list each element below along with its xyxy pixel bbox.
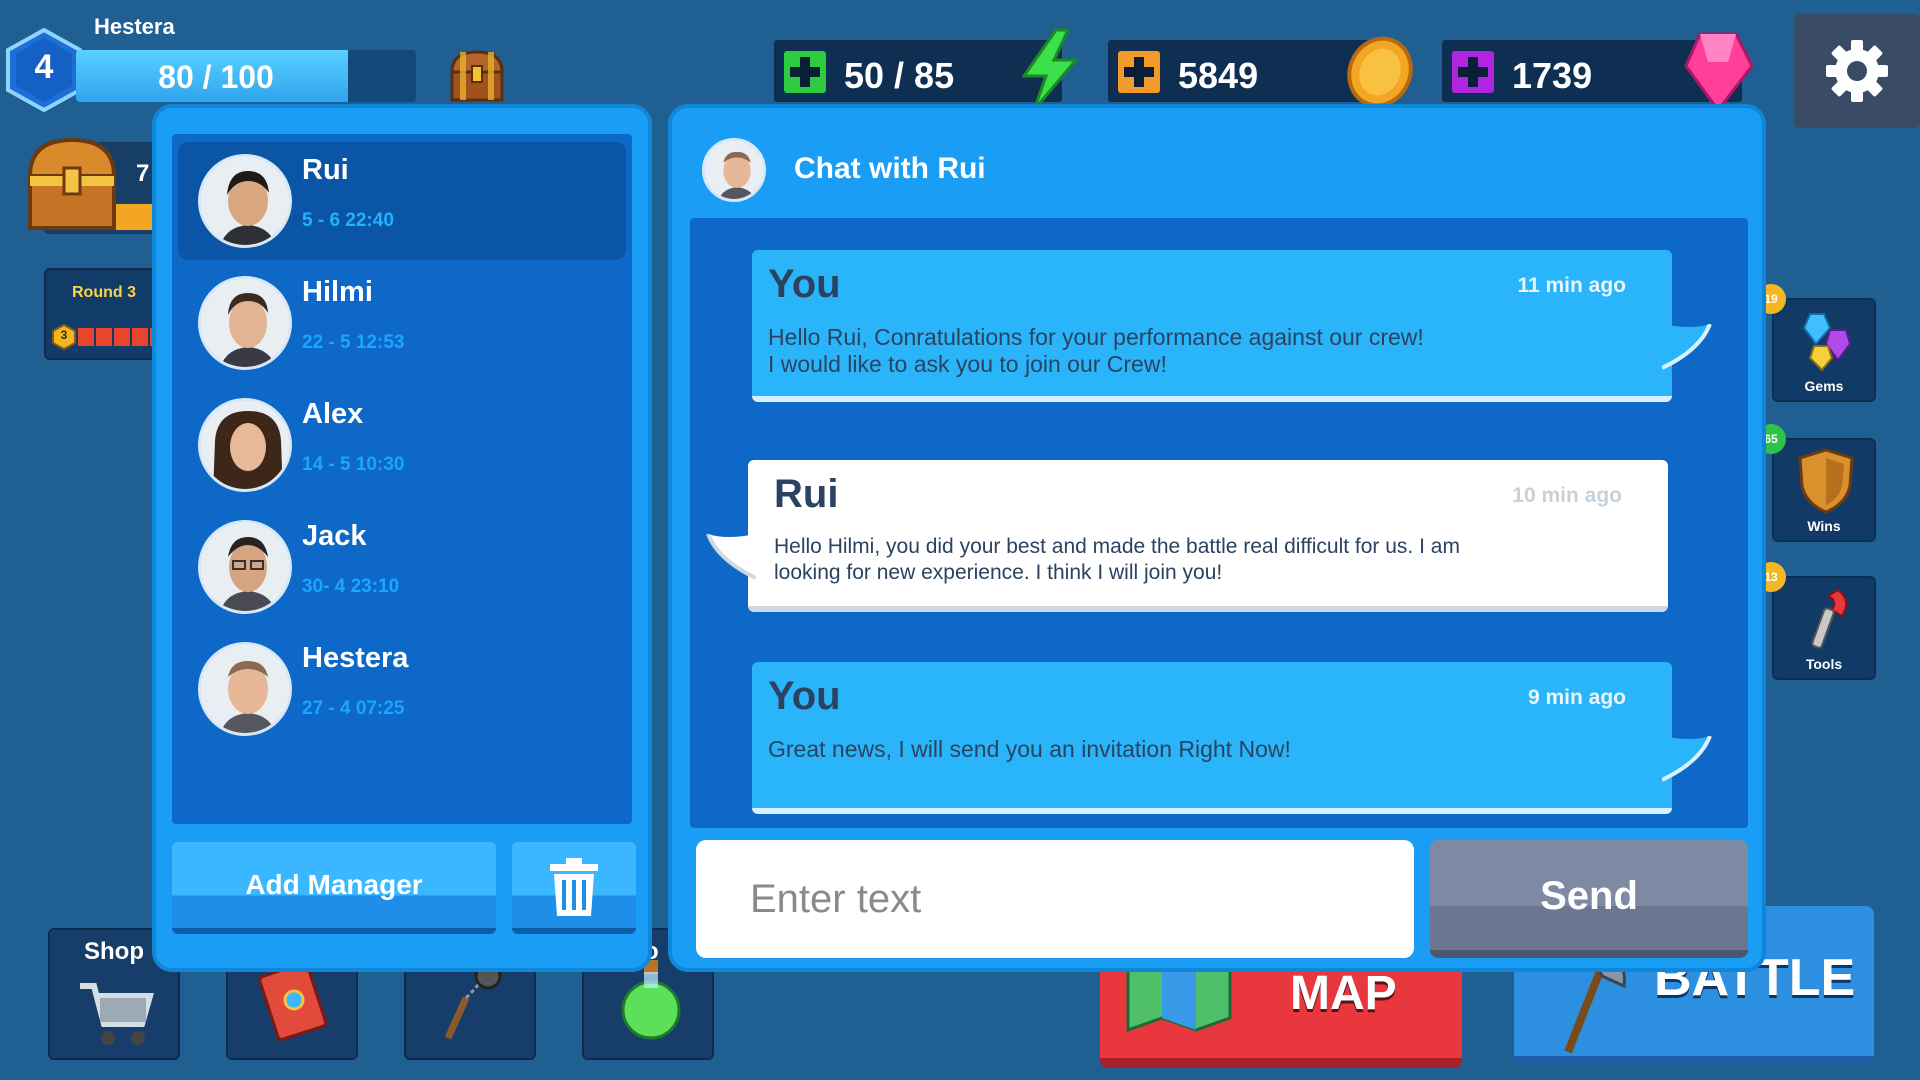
add-manager-button[interactable]: Add Manager: [172, 842, 496, 934]
avatar: [198, 154, 292, 248]
contact-name: Hestera: [302, 642, 409, 674]
settings-button[interactable]: [1794, 14, 1920, 128]
message-text-line: Hello Hilmi, you did your best and made …: [774, 535, 1460, 558]
add-coins-button[interactable]: [1118, 51, 1160, 93]
avatar-face-icon: [705, 141, 763, 199]
gear-icon: [1826, 40, 1888, 102]
avatar-face-icon: [201, 401, 289, 489]
energy-resource: 50 / 85: [774, 28, 1080, 111]
bubble-tail: [1662, 324, 1712, 370]
avatar: [198, 276, 292, 370]
avatar: [198, 398, 292, 492]
shield-icon: [1798, 448, 1854, 514]
chat-title: Chat with Rui: [794, 152, 986, 185]
message-time: 9 min ago: [1527, 686, 1626, 709]
chat-header-avatar: [702, 138, 766, 202]
avatar-face-icon: [201, 157, 289, 245]
big-chest-icon[interactable]: [22, 132, 122, 236]
contact-name: Jack: [302, 520, 367, 552]
gems-value: 1739: [1512, 55, 1593, 96]
contacts-panel: Rui 5 - 6 22:40 Hilmi 22 - 5 12:53 Alex …: [152, 104, 652, 972]
contact-name: Alex: [302, 398, 364, 430]
chest-stat-value: 7: [136, 160, 150, 187]
trash-icon: [550, 858, 598, 916]
add-manager-label: Add Manager: [245, 869, 423, 900]
wins-side-label: Wins: [1807, 518, 1841, 534]
avatar-face-icon: [201, 523, 289, 611]
contact-item-alex[interactable]: Alex 14 - 5 10:30: [178, 386, 626, 504]
contact-time: 5 - 6 22:40: [302, 210, 394, 231]
chat-panel: Chat with Rui You 11 min ago Hello Rui, …: [668, 104, 1766, 972]
round-progress-segment: [114, 328, 130, 346]
add-gems-button[interactable]: [1452, 51, 1494, 93]
round-progress-segment: [78, 328, 94, 346]
coins-resource: 5849: [1108, 36, 1413, 108]
contact-name: Rui: [302, 154, 349, 186]
message-sender: Rui: [774, 472, 839, 516]
gems-side-button[interactable]: 19 Gems: [1756, 284, 1876, 402]
avatar-face-icon: [201, 645, 289, 733]
bubble-tail: [1662, 736, 1712, 782]
avatar: [198, 520, 292, 614]
message-input[interactable]: [696, 840, 1414, 958]
delete-contact-button[interactable]: [512, 842, 636, 934]
contact-item-hestera[interactable]: Hestera 27 - 4 07:25: [178, 630, 626, 748]
message-bubble-incoming: Rui 10 min ago Hello Hilmi, you did your…: [706, 460, 1668, 612]
add-energy-button[interactable]: [784, 51, 826, 93]
avatar: [198, 642, 292, 736]
contact-item-hilmi[interactable]: Hilmi 22 - 5 12:53: [178, 264, 626, 382]
player-level: 4: [34, 48, 54, 86]
message-bubble-outgoing: You 11 min ago Hello Rui, Conratulations…: [752, 250, 1712, 402]
contact-name: Hilmi: [302, 276, 373, 308]
message-sender: You: [768, 674, 841, 718]
message-sender: You: [768, 262, 841, 306]
round-badge-number: 3: [60, 328, 68, 342]
message-text: Hello Rui, Conratulations for your perfo…: [768, 324, 1528, 378]
xp-progress-bar: 80 / 100: [76, 50, 416, 102]
tools-icon: [1811, 588, 1848, 649]
book-icon: [258, 962, 328, 1041]
contact-time: 30- 4 23:10: [302, 576, 400, 597]
gems-icon: [1802, 313, 1852, 372]
treasure-chest-icon[interactable]: [446, 48, 508, 104]
avatar-face-icon: [201, 279, 289, 367]
bubble-tail: [706, 534, 756, 580]
messages-area: You 11 min ago Hello Rui, Conratulations…: [690, 218, 1748, 828]
message-text-line: looking for new experience. I think I wi…: [774, 561, 1223, 584]
message-text-line: Hello Rui, Conratulations for your perfo…: [768, 324, 1424, 350]
message-text-line: I would like to ask you to join our Crew…: [768, 351, 1167, 377]
shopping-cart-icon: [80, 983, 154, 1045]
round-label: Round 3: [72, 284, 136, 301]
wins-side-button[interactable]: 65 Wins: [1756, 424, 1876, 542]
contacts-list: Rui 5 - 6 22:40 Hilmi 22 - 5 12:53 Alex …: [172, 134, 632, 824]
tools-side-button[interactable]: 13 Tools: [1756, 562, 1876, 680]
player-name: Hestera: [94, 14, 175, 39]
message-bubble-outgoing: You 9 min ago Great news, I will send yo…: [752, 662, 1712, 814]
contact-time: 27 - 4 07:25: [302, 698, 405, 719]
map-label: MAP: [1290, 967, 1397, 1020]
tools-side-label: Tools: [1805, 656, 1843, 672]
contact-item-rui[interactable]: Rui 5 - 6 22:40: [178, 142, 626, 260]
round-progress-segment: [96, 328, 112, 346]
energy-value: 50 / 85: [844, 55, 955, 96]
lightning-icon: [1021, 28, 1080, 111]
message-text-line: Great news, I will send you an invitatio…: [768, 736, 1291, 762]
send-label: Send: [1540, 874, 1638, 918]
message-text: Hello Hilmi, you did your best and made …: [774, 534, 1534, 586]
round-progress-segment: [132, 328, 148, 346]
contact-time: 22 - 5 12:53: [302, 332, 405, 353]
contact-time: 14 - 5 10:30: [302, 454, 405, 475]
contact-item-jack[interactable]: Jack 30- 4 23:10: [178, 508, 626, 626]
message-time: 10 min ago: [1512, 484, 1622, 507]
send-button[interactable]: Send: [1430, 840, 1748, 958]
message-time: 11 min ago: [1517, 274, 1626, 297]
xp-text: 80 / 100: [158, 59, 274, 95]
coins-value: 5849: [1178, 55, 1259, 96]
coin-icon: [1347, 36, 1413, 108]
message-text: Great news, I will send you an invitatio…: [768, 736, 1528, 763]
gems-resource: 1739: [1442, 32, 1754, 113]
gems-side-label: Gems: [1804, 378, 1844, 394]
gem-icon: [1684, 32, 1754, 113]
